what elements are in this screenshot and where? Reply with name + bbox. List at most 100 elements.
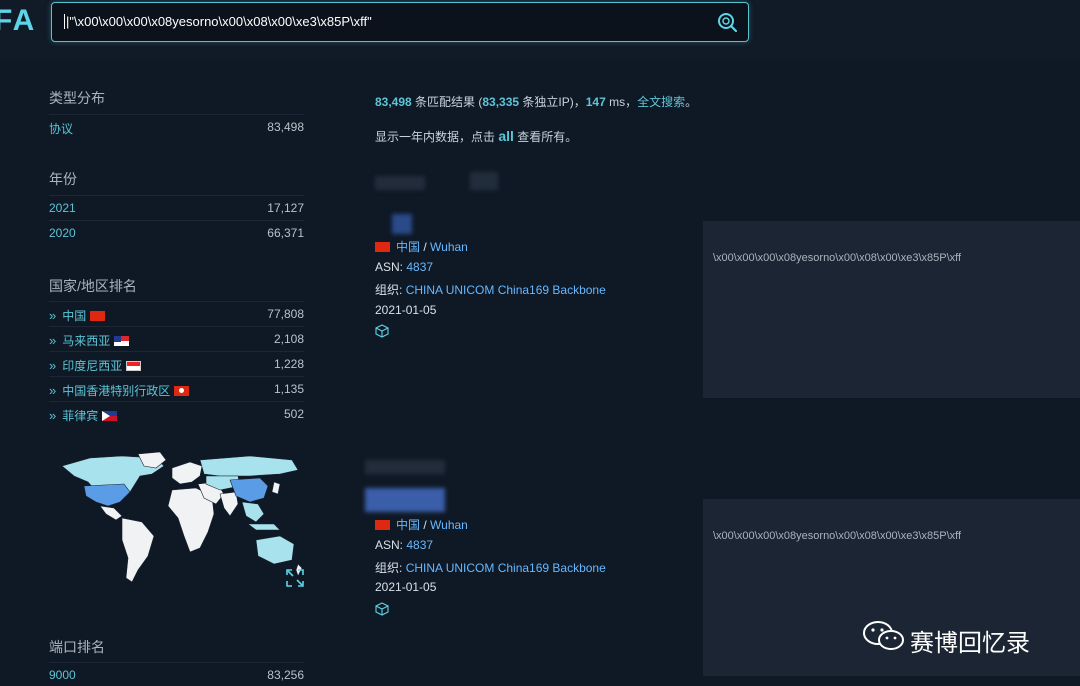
city-link[interactable]: Wuhan bbox=[430, 240, 468, 254]
logo[interactable]: FA bbox=[0, 4, 36, 38]
russia bbox=[199, 455, 299, 477]
cube-icon[interactable] bbox=[375, 602, 389, 616]
redacted-ip bbox=[365, 460, 445, 474]
unique-ip-count: 83,335 bbox=[482, 95, 520, 109]
all-link[interactable]: all bbox=[498, 128, 514, 144]
country-label[interactable]: 中国香港特别行政区 bbox=[62, 384, 170, 398]
city-link[interactable]: Wuhan bbox=[430, 518, 468, 532]
watermark-text: 赛博回忆录 bbox=[910, 630, 1030, 657]
country-label[interactable]: 菲律宾 bbox=[62, 409, 98, 423]
country-count: 1,135 bbox=[273, 382, 304, 396]
japan bbox=[271, 481, 281, 495]
china-flag-icon bbox=[90, 311, 106, 321]
watermark: 赛博回忆录 bbox=[862, 618, 1062, 658]
port-count: 83,256 bbox=[267, 668, 304, 682]
location-line: 中国 / Wuhan bbox=[375, 238, 468, 255]
time-range-note: 显示一年内数据，点击 all 查看所有。 bbox=[375, 128, 577, 145]
banner-text: \x00\x00\x00\x08yesorno\x00\x08\x00\xe3\… bbox=[713, 530, 962, 542]
malaysia-flag-icon bbox=[114, 336, 130, 346]
redacted-ip bbox=[375, 176, 425, 190]
summary-text: 。 bbox=[685, 95, 698, 109]
country-link[interactable]: » 中国 bbox=[49, 307, 106, 324]
india bbox=[219, 491, 239, 517]
country-count: 1,228 bbox=[273, 357, 304, 371]
china-flag-icon bbox=[375, 242, 390, 252]
usa bbox=[83, 483, 131, 507]
world-map[interactable] bbox=[60, 452, 308, 592]
summary-text: 条独立IP)， bbox=[519, 95, 586, 109]
banner-box: \x00\x00\x00\x08yesorno\x00\x08\x00\xe3\… bbox=[703, 221, 1080, 398]
chevron-right-icon: » bbox=[49, 383, 57, 398]
org-link[interactable]: CHINA UNICOM China169 Backbone bbox=[406, 283, 606, 297]
country-link[interactable]: » 印度尼西亚 bbox=[49, 357, 142, 374]
port-title: 端口排名 bbox=[49, 639, 105, 655]
chevron-right-icon: » bbox=[49, 358, 57, 373]
port-label[interactable]: 9000 bbox=[49, 668, 76, 682]
country-link[interactable]: » 马来西亚 bbox=[49, 332, 130, 349]
year-title: 年份 bbox=[49, 171, 77, 187]
country-label[interactable]: 马来西亚 bbox=[62, 334, 110, 348]
country-row[interactable]: » 中国香港特别行政区 1,135 bbox=[49, 376, 304, 400]
year-row[interactable]: 2021 17,127 bbox=[49, 195, 304, 219]
asn-line: ASN: 4837 bbox=[375, 538, 433, 552]
port-row[interactable]: 9000 83,256 bbox=[49, 662, 304, 686]
year-label[interactable]: 2020 bbox=[49, 226, 76, 240]
type-label[interactable]: 协议 bbox=[49, 120, 73, 137]
org-link[interactable]: CHINA UNICOM China169 Backbone bbox=[406, 561, 606, 575]
europe bbox=[171, 461, 203, 485]
asn-link[interactable]: 4837 bbox=[406, 260, 433, 274]
country-count: 502 bbox=[283, 407, 304, 421]
country-title: 国家/地区排名 bbox=[49, 278, 137, 294]
summary-text: ms， bbox=[605, 95, 638, 109]
country-link[interactable]: » 菲律宾 bbox=[49, 407, 118, 424]
asn-label: ASN: bbox=[375, 260, 404, 274]
country-row[interactable]: » 中国 77,808 bbox=[49, 301, 304, 325]
chevron-right-icon: » bbox=[49, 333, 57, 348]
org-label: 组织: bbox=[375, 561, 403, 575]
cube-icon[interactable] bbox=[375, 324, 389, 338]
year-label[interactable]: 2021 bbox=[49, 201, 76, 215]
redacted-title bbox=[392, 214, 412, 234]
chevron-right-icon: » bbox=[49, 408, 57, 423]
country-count: 77,808 bbox=[267, 307, 304, 321]
fulltext-search-link[interactable]: 全文搜索 bbox=[637, 95, 685, 109]
year-count: 66,371 bbox=[267, 226, 304, 240]
country-link[interactable]: 中国 bbox=[396, 518, 420, 532]
country-link[interactable]: 中国 bbox=[396, 240, 420, 254]
chevron-right-icon: » bbox=[49, 308, 57, 323]
type-title: 类型分布 bbox=[49, 90, 105, 106]
org-line: 组织: CHINA UNICOM China169 Backbone bbox=[375, 559, 606, 576]
country-link[interactable]: » 中国香港特别行政区 bbox=[49, 382, 190, 399]
asn-link[interactable]: 4837 bbox=[406, 538, 433, 552]
banner-text: \x00\x00\x00\x08yesorno\x00\x08\x00\xe3\… bbox=[713, 252, 962, 264]
summary-text: 条匹配结果 ( bbox=[411, 95, 483, 109]
search-icon[interactable] bbox=[716, 11, 738, 33]
date: 2021-01-05 bbox=[375, 303, 437, 317]
country-row[interactable]: » 菲律宾 502 bbox=[49, 401, 304, 425]
south-america bbox=[121, 517, 155, 583]
asn-line: ASN: 4837 bbox=[375, 260, 433, 274]
redacted-title bbox=[365, 488, 445, 512]
top-bar: FA |"\x00\x00\x00\x08yesorno\x00\x08\x00… bbox=[0, 0, 1080, 60]
indonesia-flag-icon bbox=[126, 361, 142, 371]
expand-icon[interactable] bbox=[285, 568, 305, 588]
org-line: 组织: CHINA UNICOM China169 Backbone bbox=[375, 281, 606, 298]
country-row[interactable]: » 马来西亚 2,108 bbox=[49, 326, 304, 350]
country-row[interactable]: » 印度尼西亚 1,228 bbox=[49, 351, 304, 375]
indonesia bbox=[247, 523, 281, 531]
country-label[interactable]: 印度尼西亚 bbox=[62, 359, 122, 373]
australia bbox=[255, 535, 295, 565]
philippines-flag-icon bbox=[102, 411, 118, 421]
type-row[interactable]: 协议 83,498 bbox=[49, 114, 304, 138]
southeast-asia bbox=[241, 501, 265, 523]
country-label[interactable]: 中国 bbox=[62, 309, 86, 323]
search-input[interactable]: |"\x00\x00\x00\x08yesorno\x00\x08\x00\xe… bbox=[64, 14, 372, 29]
note-text: 查看所有。 bbox=[513, 130, 578, 144]
result-summary: 83,498 条匹配结果 (83,335 条独立IP)，147 ms，全文搜索。 bbox=[375, 93, 697, 110]
search-box[interactable]: |"\x00\x00\x00\x08yesorno\x00\x08\x00\xe… bbox=[51, 2, 749, 42]
year-row[interactable]: 2020 66,371 bbox=[49, 220, 304, 244]
asn-label: ASN: bbox=[375, 538, 404, 552]
note-text: 显示一年内数据，点击 bbox=[375, 130, 499, 144]
result-count: 83,498 bbox=[375, 95, 412, 109]
hongkong-flag-icon bbox=[174, 386, 190, 396]
